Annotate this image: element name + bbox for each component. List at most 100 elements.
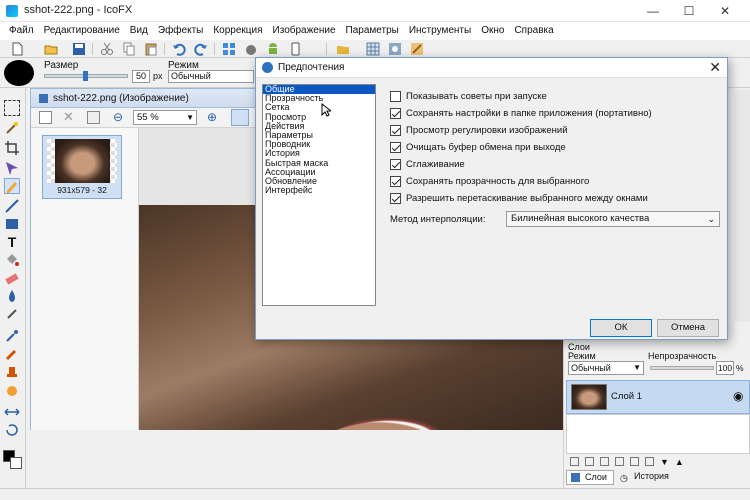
app-title-bar: sshot-222.png - IcoFX — ☐ ✕ [0, 0, 750, 22]
zoom-out-icon[interactable]: ⊖ [113, 110, 123, 124]
layer-mask-icon[interactable] [615, 457, 624, 466]
close-button[interactable]: ✕ [708, 0, 742, 22]
menu-view[interactable]: Вид [125, 22, 153, 40]
checkbox[interactable] [390, 90, 401, 102]
new-layer-icon[interactable] [570, 457, 579, 466]
checkbox[interactable] [390, 107, 401, 119]
zoom-select[interactable]: 55 % ▼ [133, 110, 197, 125]
menu-tools[interactable]: Инструменты [404, 22, 476, 40]
menu-help[interactable]: Справка [509, 22, 558, 40]
hand-icon[interactable] [4, 382, 20, 398]
checkbox[interactable] [390, 141, 401, 153]
move-down-icon[interactable]: ▼ [660, 457, 669, 469]
option-adjust-preview[interactable]: Просмотр регулировки изображений [390, 123, 568, 137]
thumbnail-frame[interactable]: 931x579 - 32 [42, 135, 122, 199]
right-scrollbar[interactable] [734, 90, 750, 322]
cancel-button[interactable]: Отмена [657, 319, 719, 337]
app-title: sshot-222.png - IcoFX [24, 4, 133, 16]
checkbox[interactable] [390, 175, 401, 187]
checkbox[interactable] [390, 124, 401, 136]
checkbox[interactable] [390, 192, 401, 204]
layer-row[interactable]: Слой 1 ◉ [566, 380, 750, 414]
highlight-icon[interactable] [410, 42, 424, 56]
clone-stamp-icon[interactable] [4, 364, 20, 380]
pencil-icon[interactable] [4, 178, 20, 194]
delete-image-icon[interactable]: ✕ [63, 109, 74, 125]
preview-icon[interactable] [388, 42, 402, 56]
eye-icon[interactable]: ◉ [733, 389, 743, 403]
line-icon[interactable] [4, 198, 20, 214]
menu-correction[interactable]: Коррекция [208, 22, 267, 40]
portrait-thumbnail [55, 139, 110, 183]
option-drag-between-windows[interactable]: Разрешить перетаскивание выбранного межд… [390, 191, 648, 205]
redo-icon[interactable] [194, 42, 208, 56]
menu-edit[interactable]: Редактирование [39, 22, 125, 40]
brush-icon[interactable] [4, 346, 20, 362]
magic-wand-icon[interactable] [4, 120, 20, 136]
save-icon[interactable] [72, 42, 86, 56]
menu-parameters[interactable]: Параметры [341, 22, 404, 40]
flip-icon[interactable] [4, 404, 20, 420]
merge-layer-icon[interactable] [600, 457, 609, 466]
category-item[interactable]: Интерфейс [263, 185, 375, 195]
blur-drop-icon[interactable] [4, 288, 20, 304]
undo-icon[interactable] [172, 42, 186, 56]
zoom-in-icon[interactable]: ⊕ [207, 110, 217, 124]
eraser-icon[interactable] [4, 270, 20, 286]
eyedropper-icon[interactable] [4, 328, 20, 344]
grid-icon[interactable] [366, 42, 380, 56]
menu-image[interactable]: Изображение [268, 22, 341, 40]
size-slider-thumb[interactable] [83, 71, 88, 81]
smudge-icon[interactable] [4, 306, 20, 322]
checkbox[interactable] [390, 158, 401, 170]
android-icon[interactable] [266, 42, 280, 56]
category-list[interactable]: Общие Прозрачность Сетка Просмотр Действ… [262, 84, 376, 306]
add-image-icon[interactable] [39, 111, 52, 124]
tab-history[interactable]: ◷ История [616, 470, 676, 485]
opacity-input[interactable]: 100 [716, 361, 734, 375]
open-folder-icon[interactable] [44, 42, 58, 56]
option-label: Сглаживание [406, 158, 465, 170]
size-input[interactable]: 50 [132, 70, 150, 83]
maximize-button[interactable]: ☐ [672, 0, 706, 22]
tab-layers[interactable]: Слои [566, 470, 614, 485]
mode-select[interactable]: Обычный [168, 70, 254, 83]
move-up-icon[interactable]: ▲ [675, 457, 684, 469]
menu-file[interactable]: Файл [4, 22, 39, 40]
ok-button[interactable]: ОК [590, 319, 652, 337]
option-antialiasing[interactable]: Сглаживание [390, 157, 465, 171]
move-icon[interactable] [4, 160, 20, 176]
copy-icon[interactable] [122, 42, 136, 56]
dialog-close-icon[interactable]: ✕ [709, 59, 721, 76]
layer-mode-select[interactable]: Обычный ▼ [568, 361, 644, 375]
menu-effects[interactable]: Эффекты [153, 22, 208, 40]
page-icon[interactable] [87, 111, 100, 124]
size-slider[interactable] [44, 71, 128, 81]
rotate-icon[interactable] [4, 422, 20, 438]
fill-bucket-icon[interactable] [4, 252, 20, 268]
minimize-button[interactable]: — [636, 0, 670, 22]
windows-icon[interactable] [222, 42, 236, 56]
delete-layer-icon[interactable] [645, 457, 654, 466]
rect-select-icon[interactable] [4, 100, 20, 116]
search-icon[interactable] [231, 109, 249, 126]
phone-icon[interactable] [288, 42, 302, 56]
interpolation-select[interactable]: Билинейная высокого качества ⌄ [506, 211, 720, 227]
cut-icon[interactable] [100, 42, 114, 56]
text-tool-icon[interactable]: T [4, 234, 20, 250]
option-show-tips[interactable]: Показывать советы при запуске [390, 89, 547, 103]
folder-image-icon[interactable] [336, 42, 350, 56]
option-clear-clipboard[interactable]: Очищать буфер обмена при выходе [390, 140, 566, 154]
duplicate-layer-icon[interactable] [585, 457, 594, 466]
option-portable-settings[interactable]: Сохранять настройки в папке приложения (… [390, 106, 652, 120]
paste-icon[interactable] [144, 42, 158, 56]
layer-fx-icon[interactable] [630, 457, 639, 466]
opacity-slider[interactable] [650, 366, 714, 370]
background-color-swatch[interactable] [10, 457, 22, 469]
apple-icon[interactable] [244, 42, 258, 56]
menu-window[interactable]: Окно [476, 22, 509, 40]
new-file-icon[interactable] [10, 42, 24, 56]
option-keep-transparency[interactable]: Сохранять прозрачность для выбранного [390, 174, 589, 188]
rectangle-icon[interactable] [4, 216, 20, 232]
crop-icon[interactable] [4, 140, 20, 156]
